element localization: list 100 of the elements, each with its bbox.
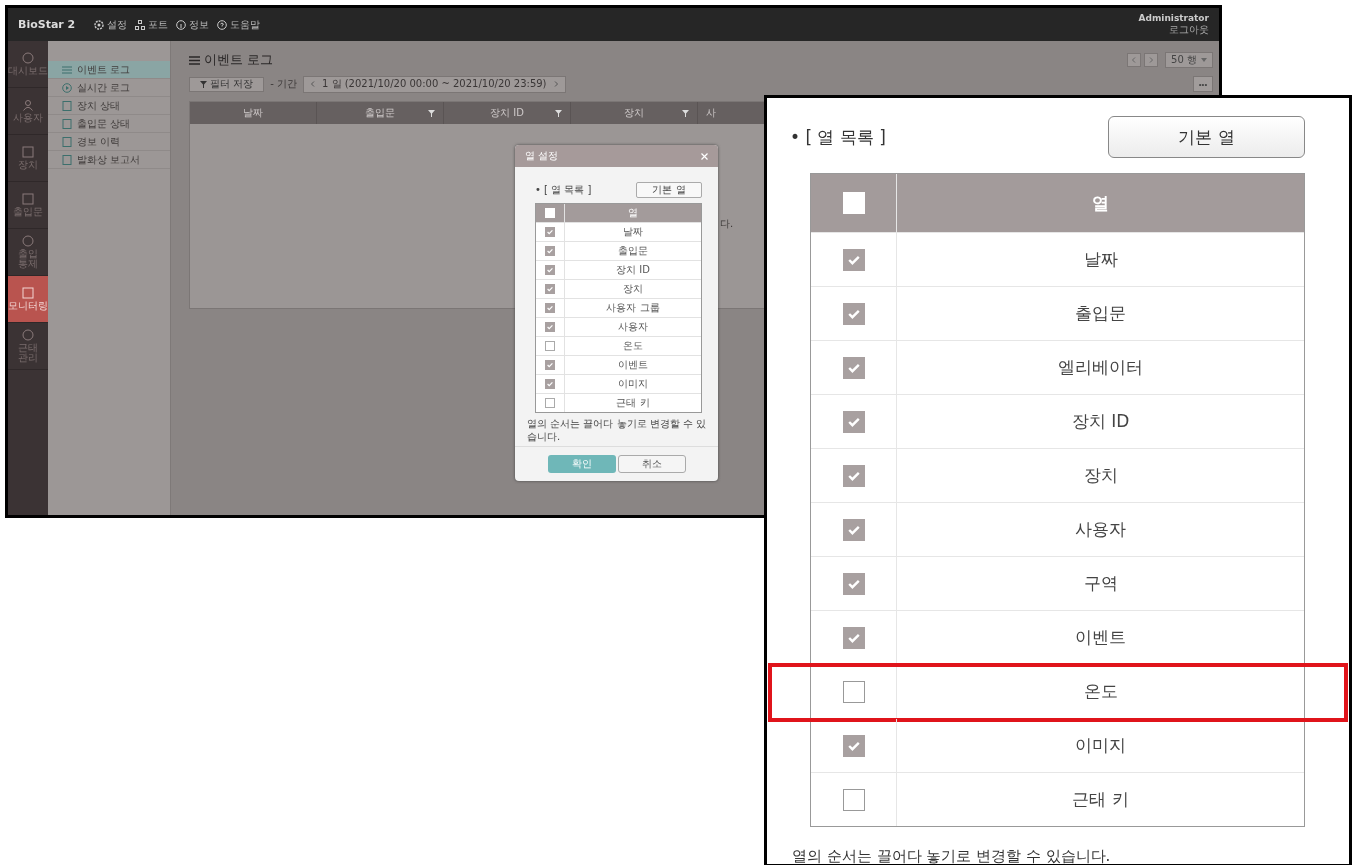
menu-icon xyxy=(22,193,34,205)
hint-text: 열의 순서는 끌어다 놓기로 변경할 수 있습니다. xyxy=(527,418,708,443)
column-name: 구역 xyxy=(1082,572,1119,595)
column-checkbox[interactable] xyxy=(545,303,555,313)
list-label: • [ 열 목록 ] xyxy=(535,183,592,197)
column-checkbox[interactable] xyxy=(842,680,865,703)
check-icon xyxy=(546,266,554,274)
submenu-item[interactable]: 장치 상태 xyxy=(48,97,170,115)
column-name: 이벤트 xyxy=(617,358,649,372)
column-name: 출입문 xyxy=(617,244,649,258)
list-label: • [ 열 목록 ] xyxy=(790,125,886,149)
user-name: Administrator xyxy=(1138,12,1209,23)
list-icon xyxy=(189,55,200,65)
column-name: 이미지 xyxy=(617,377,649,391)
column-name: 장치 xyxy=(1082,464,1119,487)
column-checkbox[interactable] xyxy=(842,410,865,433)
column-header[interactable]: 날짜 xyxy=(190,102,317,124)
column-header[interactable]: 출입문 xyxy=(317,102,444,124)
column-name: 사용자 xyxy=(617,320,649,334)
column-checkbox[interactable] xyxy=(545,360,555,370)
select-all-checkbox[interactable] xyxy=(842,192,865,214)
column-name: 날짜 xyxy=(622,225,644,239)
menu-icon xyxy=(62,64,72,75)
default-columns-button[interactable]: 기본 열 xyxy=(636,182,702,198)
column-name: 이벤트 xyxy=(1074,626,1127,649)
chevron-left-icon xyxy=(310,81,316,87)
rail-item[interactable]: 모니터링 xyxy=(8,276,48,323)
empty-message: 다. xyxy=(720,218,734,229)
column-checkbox[interactable] xyxy=(842,518,865,541)
column-checkbox[interactable] xyxy=(545,379,555,389)
check-icon xyxy=(546,247,554,255)
submenu-item[interactable]: 발화상 보고서 xyxy=(48,151,170,169)
check-icon xyxy=(546,228,554,236)
rows-per-page-dropdown[interactable]: 50 행 xyxy=(1165,52,1213,68)
column-checkbox[interactable] xyxy=(545,227,555,237)
menu-icon xyxy=(22,329,34,341)
menu-icon xyxy=(22,52,34,64)
caret-icon xyxy=(1201,58,1207,62)
column-name: 장치 ID xyxy=(615,263,651,277)
filter-icon xyxy=(428,109,435,117)
logout-link[interactable]: 로그아웃 xyxy=(1169,22,1209,37)
column-name: 사용자 xyxy=(1074,518,1127,541)
chevron-left-icon xyxy=(1131,57,1138,63)
nav-link[interactable]: 정보 xyxy=(176,17,209,32)
column-checkbox[interactable] xyxy=(545,322,555,332)
cancel-button[interactable]: 취소 xyxy=(617,455,686,473)
column-header[interactable]: 사 xyxy=(698,102,730,124)
check-icon xyxy=(546,323,554,331)
column-checkbox[interactable] xyxy=(545,341,555,351)
column-name: 온도 xyxy=(622,339,644,353)
app-logo: BioStar 2 xyxy=(18,18,77,31)
submenu-item[interactable]: 경보 이력 xyxy=(48,133,170,151)
column-checkbox[interactable] xyxy=(842,356,865,379)
column-checkbox[interactable] xyxy=(842,572,865,595)
filter-icon xyxy=(682,109,689,117)
nav-link[interactable]: 도움말 xyxy=(217,17,260,32)
column-checkbox[interactable] xyxy=(545,284,555,294)
previous-page-button[interactable] xyxy=(1127,53,1142,67)
close-button[interactable] xyxy=(701,152,708,160)
menu-icon xyxy=(22,287,34,299)
submenu-item[interactable]: 출입문 상태 xyxy=(48,115,170,133)
confirm-button[interactable]: 확인 xyxy=(547,455,616,473)
period-label: - 기간 xyxy=(270,77,297,91)
check-icon xyxy=(546,285,554,293)
select-all-checkbox[interactable] xyxy=(545,208,555,218)
column-checkbox[interactable] xyxy=(545,398,555,408)
filter-icon xyxy=(200,80,207,88)
column-name: 근태 키 xyxy=(1071,788,1130,811)
more-button[interactable]: ••• xyxy=(1193,76,1213,92)
hint-text: 열의 순서는 끌어다 놓기로 변경할 수 있습니다. xyxy=(792,847,1112,865)
filter-icon xyxy=(555,109,562,117)
menu-icon xyxy=(62,118,72,129)
page-title: 이벤트 로그 xyxy=(204,51,274,69)
menu-icon xyxy=(62,136,72,147)
nav-link[interactable]: 포트 xyxy=(135,17,168,32)
menu-icon xyxy=(22,146,34,158)
column-checkbox[interactable] xyxy=(545,246,555,256)
nav-link[interactable]: 설정 xyxy=(94,17,127,32)
submenu-item[interactable]: 이벤트 로그 xyxy=(48,61,170,79)
column-checkbox[interactable] xyxy=(842,734,865,757)
column-name: 날짜 xyxy=(1082,248,1119,271)
column-checkbox[interactable] xyxy=(545,265,555,275)
next-page-button[interactable] xyxy=(1144,53,1159,67)
check-icon xyxy=(546,361,554,369)
column-header[interactable]: 장치 xyxy=(571,102,698,124)
column-checkbox[interactable] xyxy=(842,248,865,271)
column-checkbox[interactable] xyxy=(842,788,865,811)
filter-save-button[interactable]: 필터 저장 xyxy=(189,76,265,92)
submenu-item[interactable]: 실시간 로그 xyxy=(48,79,170,97)
network-icon xyxy=(135,19,145,30)
menu-icon xyxy=(62,154,72,165)
column-header[interactable]: 장치 ID xyxy=(444,102,571,124)
column-checkbox[interactable] xyxy=(842,464,865,487)
default-columns-button[interactable]: 기본 열 xyxy=(1108,116,1305,158)
period-selector[interactable]: 1 일 (2021/10/20 00:00 ~ 2021/10/20 23:59) xyxy=(303,75,566,93)
column-checkbox[interactable] xyxy=(842,302,865,325)
column-checkbox[interactable] xyxy=(842,626,865,649)
chevron-right-icon xyxy=(1148,57,1155,63)
check-icon xyxy=(546,380,554,388)
column-name: 온도 xyxy=(1082,680,1119,703)
